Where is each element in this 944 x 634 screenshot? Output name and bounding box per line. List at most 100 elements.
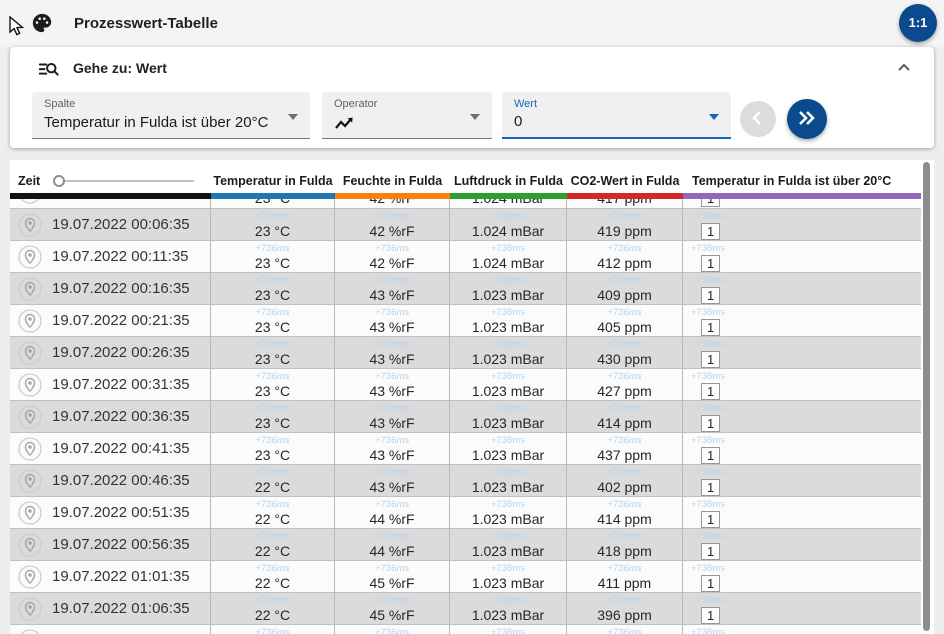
table-row[interactable]: 19.07.2022 00:41:35 +736ms 23 °C +736ms 43 %… xyxy=(10,432,921,464)
value-text: 1.023 mBar xyxy=(471,543,545,559)
location-pin-icon[interactable] xyxy=(18,199,42,204)
location-pin-icon[interactable] xyxy=(18,244,42,269)
table-row[interactable]: 19.07.2022 00:11:35 +736ms 23 °C +736ms 42 %… xyxy=(10,240,921,272)
table-row[interactable]: +736ms23 °C+736ms42 %rF+736ms1.024 mBar+… xyxy=(10,199,921,208)
chevron-up-icon[interactable] xyxy=(895,59,913,77)
value-text: 1.023 mBar xyxy=(471,447,545,463)
location-pin-icon[interactable] xyxy=(18,212,42,237)
top-bar: Prozesswert-Tabelle 1:1 xyxy=(0,0,944,47)
offset-label: +736ms xyxy=(607,531,642,542)
zeit-column-header: Zeit xyxy=(10,174,211,193)
offset-label: +736ms xyxy=(255,499,290,510)
cell-value: +736ms42 %rF xyxy=(335,209,450,240)
table-row[interactable]: 19.07.2022 00:36:35 +736ms 23 °C +736ms 43 %… xyxy=(10,400,921,432)
timestamp: 19.07.2022 00:31:35 xyxy=(52,376,190,393)
value-text: 43 %rF xyxy=(369,479,415,495)
location-pin-icon[interactable] xyxy=(18,532,42,557)
table-row[interactable]: 19.07.2022 00:06:35 +736ms 23 °C +736ms 42 %… xyxy=(10,208,921,240)
offset-label: +736ms xyxy=(691,435,726,446)
value-text: 45 %rF xyxy=(369,575,415,591)
table-row[interactable]: 19.07.2022 00:21:35 +736ms 23 °C +736ms 43 %… xyxy=(10,304,921,336)
cell-zeit: 19.07.2022 00:51:35 xyxy=(10,497,211,528)
cell-zeit: 19.07.2022 00:26:35 xyxy=(10,337,211,368)
bool-value-box: 1 xyxy=(701,479,721,496)
cell-value: +736ms xyxy=(211,625,335,634)
offset-label: +736ms xyxy=(691,243,726,254)
spalte-select[interactable]: Spalte Temperatur in Fulda ist über 20°C xyxy=(32,92,310,139)
table-row[interactable]: 19.07.2022 00:26:35 +736ms 23 °C +736ms 43 %… xyxy=(10,336,921,368)
offset-label: +736ms xyxy=(607,243,642,254)
cell-value: +736ms 1.023 mBar xyxy=(450,497,567,528)
offset-label: +736ms xyxy=(374,499,410,510)
cell-value: +736ms23 °C xyxy=(211,273,335,304)
offset-label: +736ms xyxy=(490,627,526,634)
previous-match-button[interactable] xyxy=(740,101,776,137)
table-row[interactable]: 19.07.2022 00:31:35 +736ms 23 °C +736ms 43 %… xyxy=(10,368,921,400)
table-row[interactable]: 19.07.2022 00:46:35 +736ms 22 °C +736ms 43 %… xyxy=(10,464,921,496)
value-text: 23 °C xyxy=(254,383,291,399)
location-pin-icon[interactable] xyxy=(18,628,42,634)
location-pin-icon[interactable] xyxy=(18,372,42,397)
value-text: 409 ppm xyxy=(597,287,652,303)
slider-thumb[interactable] xyxy=(53,175,66,187)
cell-value: +736ms 43 %rF xyxy=(335,433,450,464)
cell-zeit: 19.07.2022 01:01:35 xyxy=(10,561,211,592)
cell-value: +736ms 396 ppm xyxy=(567,593,683,624)
next-match-button[interactable] xyxy=(787,99,827,139)
value-text: 23 °C xyxy=(254,415,291,431)
cell-value: +736ms23 °C xyxy=(211,433,335,464)
bool-value-box: 1 xyxy=(701,383,721,400)
scrollbar-thumb[interactable] xyxy=(923,162,930,631)
cell-value: +736ms1 xyxy=(683,433,921,464)
offset-label: +736ms xyxy=(490,275,526,286)
location-pin-icon[interactable] xyxy=(18,340,42,365)
timestamp: 19.07.2022 00:41:35 xyxy=(52,440,190,457)
value-text: 411 ppm xyxy=(597,575,652,591)
column-header: Temperatur in Fulda xyxy=(213,174,333,188)
operator-label: Operator xyxy=(334,98,378,110)
offset-label: +736ms xyxy=(490,563,526,574)
table-row[interactable]: 19.07.2022 00:56:35 +736ms 22 °C +736ms 44 %… xyxy=(10,528,921,560)
offset-label: +736ms xyxy=(255,467,290,478)
zoom-ratio-button[interactable]: 1:1 xyxy=(899,4,937,42)
offset-label: +736ms xyxy=(607,467,642,478)
operator-select[interactable]: Operator xyxy=(322,92,492,139)
wert-select[interactable]: Wert 0 xyxy=(502,92,731,139)
value-text: 1 xyxy=(683,511,921,528)
location-pin-icon[interactable] xyxy=(18,436,42,461)
table-row[interactable]: +736ms +736ms +736ms +736ms +736ms xyxy=(10,624,921,634)
value-text: 42 %rF xyxy=(335,199,449,207)
location-pin-icon[interactable] xyxy=(18,596,42,621)
offset-label: +736ms xyxy=(255,339,290,350)
cell-value: +736ms1 xyxy=(683,593,921,624)
cell-value: +736ms xyxy=(335,625,450,634)
location-pin-icon[interactable] xyxy=(18,468,42,493)
location-pin-icon[interactable] xyxy=(18,308,42,333)
cell-value: +736ms1.024 mBar xyxy=(450,241,567,272)
cell-value: +736ms1 xyxy=(683,401,921,432)
location-pin-icon[interactable] xyxy=(18,276,42,301)
table-row[interactable]: 19.07.2022 01:06:35 +736ms 22 °C +736ms 45 %… xyxy=(10,592,921,624)
offset-label: +736ms xyxy=(490,371,526,382)
table-row[interactable]: 19.07.2022 00:16:35 +736ms 23 °C +736ms 43 %… xyxy=(10,272,921,304)
table-row[interactable]: 19.07.2022 00:51:35 +736ms 22 °C +736ms 44 %… xyxy=(10,496,921,528)
location-pin-icon[interactable] xyxy=(18,404,42,429)
location-pin-icon[interactable] xyxy=(18,500,42,525)
cell-value: +736ms xyxy=(567,625,683,634)
cell-value: +736ms 402 ppm xyxy=(567,465,683,496)
offset-label: +736ms xyxy=(374,563,410,574)
bool-value-box: 1 xyxy=(701,511,721,528)
cell-value: +736ms417 ppm xyxy=(567,199,683,208)
cell-value: +736ms 412 ppm xyxy=(567,241,683,272)
timestamp: 19.07.2022 00:36:35 xyxy=(52,408,190,425)
process-value-table: Zeit Temperatur in Fulda Feuchte in Fulda… xyxy=(10,160,934,634)
location-pin-icon[interactable] xyxy=(18,564,42,589)
value-text: 22 °C xyxy=(254,543,291,559)
table-row[interactable]: 19.07.2022 01:01:35 +736ms 22 °C +736ms 45 %… xyxy=(10,560,921,592)
cell-value: +736ms 405 ppm xyxy=(567,305,683,336)
manage-search-icon xyxy=(38,62,59,76)
value-text: 405 ppm xyxy=(597,319,652,335)
offset-label: +736ms xyxy=(255,435,290,446)
cell-value: +736ms 43 %rF xyxy=(335,305,450,336)
cell-value: +736ms1 xyxy=(683,465,921,496)
